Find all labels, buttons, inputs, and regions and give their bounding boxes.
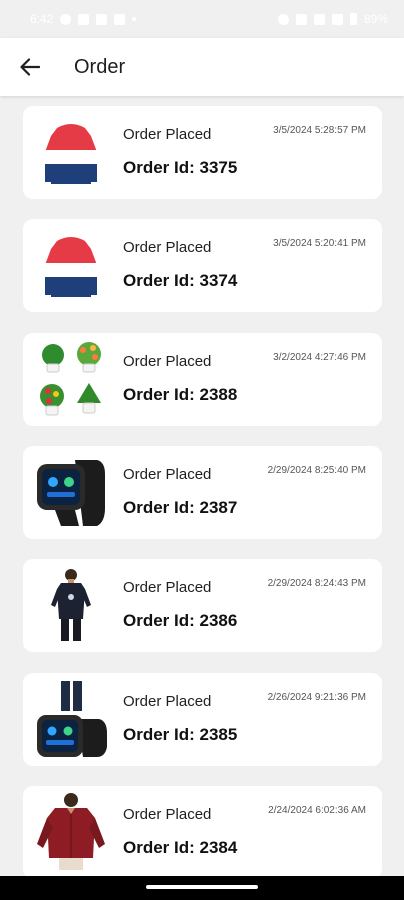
order-id: Order Id: 3375 xyxy=(123,158,238,177)
product-thumbnail-smartwatch xyxy=(37,460,105,526)
order-id: Order Id: 3374 xyxy=(123,271,238,290)
home-gesture-handle[interactable] xyxy=(146,885,258,889)
back-button[interactable] xyxy=(0,38,60,96)
product-thumbnail-tshirt xyxy=(51,569,91,641)
order-card[interactable]: Order Placed Order Id: 2385 2/26/2024 9:… xyxy=(23,673,382,766)
order-card[interactable]: Order Placed Order Id: 2387 2/29/2024 8:… xyxy=(23,446,382,539)
system-navigation-bar xyxy=(0,876,404,900)
order-date: 2/24/2024 6:02:36 AM xyxy=(268,805,366,816)
order-date: 3/5/2024 5:28:57 PM xyxy=(273,125,366,136)
order-id: Order Id: 2387 xyxy=(123,498,238,517)
battery-icon xyxy=(349,13,357,25)
order-id: Order Id: 2385 xyxy=(123,725,238,744)
app-bar: Order xyxy=(0,38,404,96)
product-thumbnail-hoodie xyxy=(45,237,97,297)
product-thumbnail-watch-and-jeans xyxy=(37,681,107,757)
page-title: Order xyxy=(74,55,126,78)
more-notifications-dot-icon xyxy=(132,17,137,21)
order-card[interactable]: Order Placed Order Id: 2386 2/29/2024 8:… xyxy=(23,559,382,652)
order-date: 3/2/2024 4:27:46 PM xyxy=(273,352,366,363)
back-arrow-icon xyxy=(20,58,40,76)
order-card[interactable]: Order Placed Order Id: 3374 3/5/2024 5:2… xyxy=(23,219,382,312)
notification-bell-icon-2 xyxy=(96,13,108,25)
product-thumbnail-plants xyxy=(40,342,101,416)
order-status: Order Placed xyxy=(123,126,212,143)
order-date: 2/29/2024 8:25:40 PM xyxy=(267,465,366,476)
order-status: Order Placed xyxy=(123,693,212,710)
order-date: 3/5/2024 5:20:41 PM xyxy=(273,238,366,249)
whatsapp-icon xyxy=(60,13,72,25)
alarm-icon xyxy=(277,13,289,25)
order-status: Order Placed xyxy=(123,806,212,823)
order-card[interactable]: Order Placed Order Id: 3375 3/5/2024 5:2… xyxy=(23,106,382,199)
signal-icon xyxy=(313,13,325,25)
signal-icon-2 xyxy=(331,13,343,25)
order-status: Order Placed xyxy=(123,466,212,483)
notification-bell-icon xyxy=(78,13,90,25)
order-id: Order Id: 2386 xyxy=(123,611,238,630)
order-card[interactable]: Order Placed Order Id: 2388 3/2/2024 4:2… xyxy=(23,333,382,426)
product-thumbnail-shirt xyxy=(37,793,105,870)
product-thumbnail-hoodie xyxy=(45,124,97,184)
order-id: Order Id: 2388 xyxy=(123,385,238,404)
order-status: Order Placed xyxy=(123,239,212,256)
status-bar: 6:42 89% xyxy=(0,0,404,38)
order-status: Order Placed xyxy=(123,353,212,370)
order-card[interactable]: Order Placed Order Id: 2384 2/24/2024 6:… xyxy=(23,786,382,876)
battery-percentage: 89% xyxy=(363,12,388,26)
order-status: Order Placed xyxy=(123,579,212,596)
order-list[interactable]: Order Placed Order Id: 3375 3/5/2024 5:2… xyxy=(0,96,404,876)
notification-bell-icon-3 xyxy=(114,13,126,25)
order-id: Order Id: 2384 xyxy=(123,838,238,857)
status-time: 6:42 xyxy=(30,12,54,26)
volte-icon xyxy=(295,13,307,25)
order-date: 2/29/2024 8:24:43 PM xyxy=(267,578,366,589)
order-date: 2/26/2024 9:21:36 PM xyxy=(267,692,366,703)
